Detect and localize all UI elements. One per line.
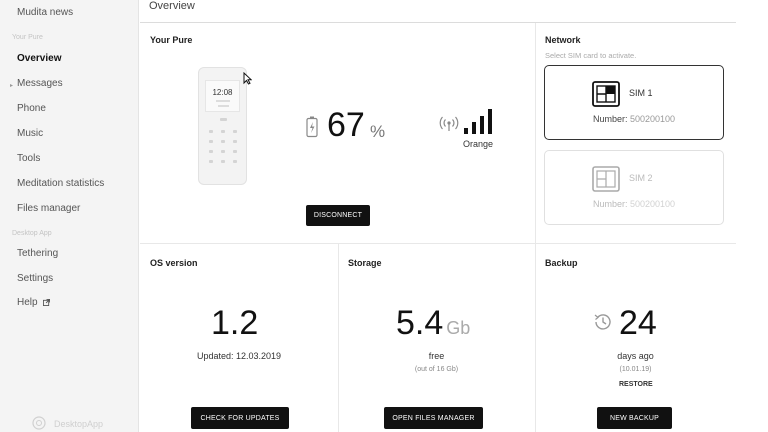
desktop-app-logo-icon	[32, 416, 46, 430]
sidebar-item-tethering[interactable]: Tethering	[17, 248, 58, 259]
sidebar: Mudita news Your Pure Overview ▸ Message…	[0, 0, 139, 432]
sim-1-number-row: Number: 500200100	[545, 114, 723, 124]
battery-level: 67	[327, 106, 365, 144]
open-files-manager-button[interactable]: OPEN FILES MANAGER	[384, 407, 483, 429]
disconnect-button[interactable]: DISCONNECT	[306, 205, 370, 226]
sidebar-item-tools[interactable]: Tools	[17, 153, 40, 164]
sim-2-label: SIM 2	[629, 173, 653, 183]
divider	[338, 243, 339, 432]
new-backup-button[interactable]: NEW BACKUP	[597, 407, 672, 429]
battery-icon	[306, 116, 318, 138]
page-header: Overview	[140, 0, 736, 23]
desktop-app-brand: DesktopApp	[54, 419, 104, 429]
sidebar-item-phone[interactable]: Phone	[17, 103, 46, 114]
check-for-updates-button[interactable]: CHECK FOR UPDATES	[191, 407, 289, 429]
storage-value-row: 5.4 Gb	[396, 306, 470, 340]
sim-card-2[interactable]: SIM 2 Number: 500200100	[544, 150, 724, 225]
network-subtitle: Select SIM card to activate.	[545, 51, 637, 60]
sim-2-number-label: Number:	[592, 199, 628, 209]
carrier-name: Orange	[463, 139, 494, 149]
sidebar-item-help-label: Help	[17, 297, 38, 308]
divider	[140, 243, 736, 244]
sidebar-item-music[interactable]: Music	[17, 128, 43, 139]
sim-1-number: 500200100	[629, 114, 676, 124]
sim-1-label: SIM 1	[629, 88, 653, 98]
storage-title: Storage	[348, 258, 382, 268]
sim-1-number-label: Number:	[592, 114, 628, 124]
messages-indicator-icon: ▸	[10, 83, 14, 89]
external-link-icon	[43, 299, 51, 306]
backup-title: Backup	[545, 258, 578, 268]
restore-link[interactable]: RESTORE	[619, 381, 653, 388]
your-pure-title: Your Pure	[150, 35, 193, 45]
sidebar-item-mudita-news[interactable]: Mudita news	[17, 7, 73, 18]
os-version-number: 1.2	[211, 304, 259, 342]
sidebar-item-overview[interactable]: Overview	[17, 53, 61, 64]
sim-card-1[interactable]: SIM 1 Number: 500200100	[544, 65, 724, 140]
backup-date: (10.01.19)	[619, 366, 652, 373]
phone-screen: 12:08	[205, 80, 240, 112]
sidebar-item-meditation-statistics[interactable]: Meditation statistics	[17, 178, 104, 189]
sim-card-icon	[592, 166, 620, 192]
storage-unit: Gb	[446, 318, 471, 338]
storage-total: (out of 16 Gb)	[414, 366, 459, 373]
divider	[535, 243, 536, 432]
sidebar-item-settings[interactable]: Settings	[17, 273, 53, 284]
backup-days-label: days ago	[617, 351, 654, 361]
page-title: Overview	[149, 0, 195, 12]
sidebar-section-your-pure: Your Pure	[12, 34, 43, 41]
sidebar-item-help[interactable]: Help	[17, 297, 51, 308]
sim-2-number-row: Number: 500200100	[545, 199, 723, 209]
storage-free-value: 5.4	[396, 304, 444, 342]
sidebar-section-desktop-app: Desktop App	[12, 230, 52, 237]
battery-unit: %	[370, 122, 386, 141]
phone-time: 12:08	[212, 88, 233, 97]
storage-free-label: free	[428, 351, 445, 361]
mouse-cursor-icon	[243, 72, 252, 85]
network-title: Network	[545, 35, 581, 45]
history-clock-icon	[594, 314, 611, 330]
sidebar-item-messages[interactable]: Messages	[17, 78, 63, 89]
os-updated-date: Updated: 12.03.2019	[196, 351, 282, 361]
antenna-icon	[439, 116, 459, 131]
sim-card-icon	[592, 81, 620, 107]
phone-image: 12:08	[198, 67, 247, 185]
sim-2-number: 500200100	[629, 199, 676, 209]
backup-days: 24	[619, 304, 657, 342]
sidebar-item-files-manager[interactable]: Files manager	[17, 203, 80, 214]
signal-strength-icon	[464, 109, 492, 134]
os-version-title: OS version	[150, 258, 198, 268]
divider	[535, 23, 536, 243]
